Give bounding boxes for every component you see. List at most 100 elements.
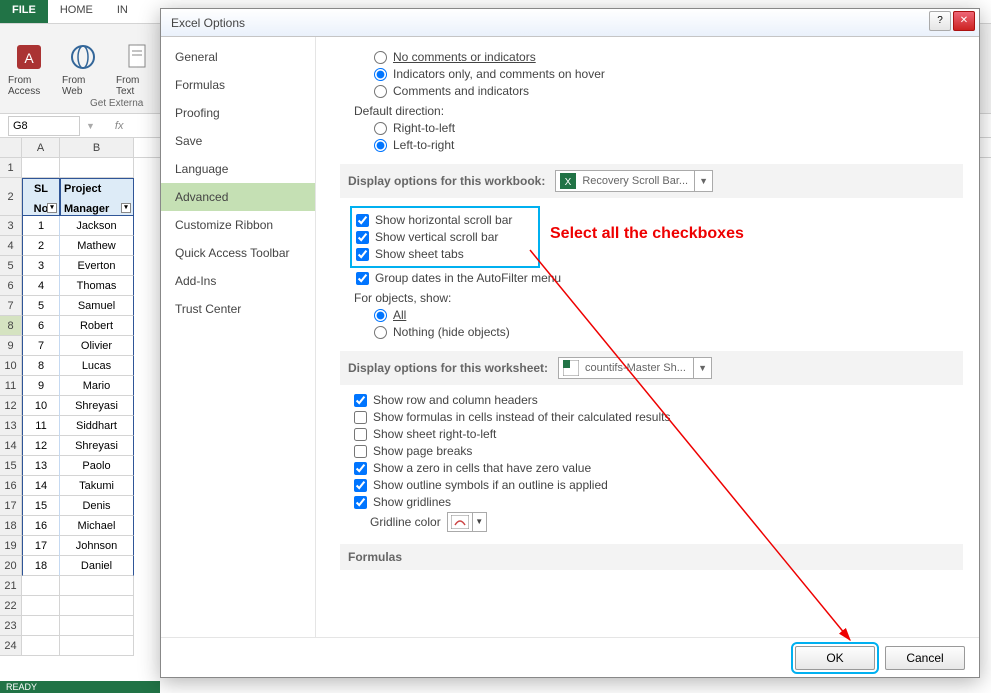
- radio-indicators-only[interactable]: [374, 68, 387, 81]
- cell-pm[interactable]: Michael: [60, 516, 134, 536]
- row-header[interactable]: 24: [0, 636, 22, 656]
- close-button[interactable]: ✕: [953, 11, 975, 31]
- row-header[interactable]: 2: [0, 178, 22, 216]
- cell-slno[interactable]: 1: [22, 216, 60, 236]
- chk-sheet-tabs[interactable]: [356, 248, 369, 261]
- cell[interactable]: [60, 576, 134, 596]
- radio-no-comments[interactable]: [374, 51, 387, 64]
- cell-slno[interactable]: 16: [22, 516, 60, 536]
- row-header[interactable]: 23: [0, 616, 22, 636]
- row-header[interactable]: 12: [0, 396, 22, 416]
- cell-slno[interactable]: 17: [22, 536, 60, 556]
- row-header[interactable]: 20: [0, 556, 22, 576]
- row-header[interactable]: 5: [0, 256, 22, 276]
- row-header[interactable]: 13: [0, 416, 22, 436]
- radio-rtl[interactable]: [374, 122, 387, 135]
- sidebar-item-trust-center[interactable]: Trust Center: [161, 295, 315, 323]
- cell-pm[interactable]: Everton: [60, 256, 134, 276]
- cell-slno[interactable]: 10: [22, 396, 60, 416]
- chk-page-breaks[interactable]: [354, 445, 367, 458]
- cell-slno[interactable]: 11: [22, 416, 60, 436]
- cell-slno[interactable]: 5: [22, 296, 60, 316]
- cell[interactable]: [60, 596, 134, 616]
- row-header[interactable]: 7: [0, 296, 22, 316]
- row-header[interactable]: 19: [0, 536, 22, 556]
- cell-pm[interactable]: Shreyasi: [60, 436, 134, 456]
- worksheet-combo[interactable]: countifs-Master Sh... ▼: [558, 357, 712, 379]
- row-header[interactable]: 8: [0, 316, 22, 336]
- tab-file[interactable]: FILE: [0, 0, 48, 23]
- cell-pm[interactable]: Takumi: [60, 476, 134, 496]
- sidebar-item-language[interactable]: Language: [161, 155, 315, 183]
- sidebar-item-general[interactable]: General: [161, 43, 315, 71]
- name-box[interactable]: [8, 116, 80, 136]
- row-header[interactable]: 18: [0, 516, 22, 536]
- table-header-pm[interactable]: Project Manager▾: [60, 178, 134, 216]
- cancel-button[interactable]: Cancel: [885, 646, 965, 670]
- row-header[interactable]: 4: [0, 236, 22, 256]
- cell[interactable]: [60, 158, 134, 178]
- cell-slno[interactable]: 14: [22, 476, 60, 496]
- chk-group-dates[interactable]: [356, 272, 369, 285]
- cell[interactable]: [22, 576, 60, 596]
- cell-slno[interactable]: 3: [22, 256, 60, 276]
- row-header[interactable]: 22: [0, 596, 22, 616]
- from-access-button[interactable]: AFrom Access: [8, 28, 50, 109]
- from-text-button[interactable]: From Text: [116, 28, 158, 109]
- sidebar-item-quick-access-toolbar[interactable]: Quick Access Toolbar: [161, 239, 315, 267]
- chk-show-formulas[interactable]: [354, 411, 367, 424]
- cell-slno[interactable]: 8: [22, 356, 60, 376]
- row-header[interactable]: 6: [0, 276, 22, 296]
- cell-pm[interactable]: Daniel: [60, 556, 134, 576]
- cell-pm[interactable]: Thomas: [60, 276, 134, 296]
- chk-row-col-headers[interactable]: [354, 394, 367, 407]
- namebox-dropdown-icon[interactable]: ▼: [86, 121, 95, 131]
- cell-pm[interactable]: Robert: [60, 316, 134, 336]
- cell-slno[interactable]: 13: [22, 456, 60, 476]
- sidebar-item-customize-ribbon[interactable]: Customize Ribbon: [161, 211, 315, 239]
- col-header-a[interactable]: A: [22, 138, 60, 157]
- sidebar-item-save[interactable]: Save: [161, 127, 315, 155]
- sidebar-item-proofing[interactable]: Proofing: [161, 99, 315, 127]
- filter-icon[interactable]: ▾: [47, 203, 57, 213]
- tab-insert[interactable]: IN: [105, 0, 140, 23]
- chk-outline-symbols[interactable]: [354, 479, 367, 492]
- sidebar-item-add-ins[interactable]: Add-Ins: [161, 267, 315, 295]
- cell-pm[interactable]: Mario: [60, 376, 134, 396]
- cell-pm[interactable]: Jackson: [60, 216, 134, 236]
- cell-slno[interactable]: 6: [22, 316, 60, 336]
- cell-pm[interactable]: Mathew: [60, 236, 134, 256]
- cell-slno[interactable]: 7: [22, 336, 60, 356]
- cell-slno[interactable]: 15: [22, 496, 60, 516]
- chk-gridlines[interactable]: [354, 496, 367, 509]
- row-header[interactable]: 15: [0, 456, 22, 476]
- cell-slno[interactable]: 12: [22, 436, 60, 456]
- cell-pm[interactable]: Samuel: [60, 296, 134, 316]
- help-button[interactable]: ?: [929, 11, 951, 31]
- row-header[interactable]: 21: [0, 576, 22, 596]
- cell-pm[interactable]: Siddhart: [60, 416, 134, 436]
- chk-sheet-rtl[interactable]: [354, 428, 367, 441]
- row-header[interactable]: 10: [0, 356, 22, 376]
- cell[interactable]: [60, 616, 134, 636]
- cell-pm[interactable]: Shreyasi: [60, 396, 134, 416]
- row-header[interactable]: 16: [0, 476, 22, 496]
- chk-v-scrollbar[interactable]: [356, 231, 369, 244]
- row-header[interactable]: 14: [0, 436, 22, 456]
- from-web-button[interactable]: From Web: [62, 28, 104, 109]
- dialog-title-bar[interactable]: Excel Options ? ✕: [161, 9, 979, 37]
- cell-slno[interactable]: 9: [22, 376, 60, 396]
- cell-pm[interactable]: Johnson: [60, 536, 134, 556]
- cell[interactable]: [60, 636, 134, 656]
- select-all-corner[interactable]: [0, 138, 22, 157]
- cell-pm[interactable]: Lucas: [60, 356, 134, 376]
- workbook-combo[interactable]: X Recovery Scroll Bar... ▼: [555, 170, 713, 192]
- radio-ltr[interactable]: [374, 139, 387, 152]
- cell[interactable]: [22, 158, 60, 178]
- gridline-color-picker[interactable]: ▼: [447, 512, 487, 532]
- row-header[interactable]: 1: [0, 158, 22, 178]
- col-header-b[interactable]: B: [60, 138, 134, 157]
- sidebar-item-advanced[interactable]: Advanced: [161, 183, 315, 211]
- cell[interactable]: [22, 636, 60, 656]
- table-header-slno[interactable]: SL No▾: [22, 178, 60, 216]
